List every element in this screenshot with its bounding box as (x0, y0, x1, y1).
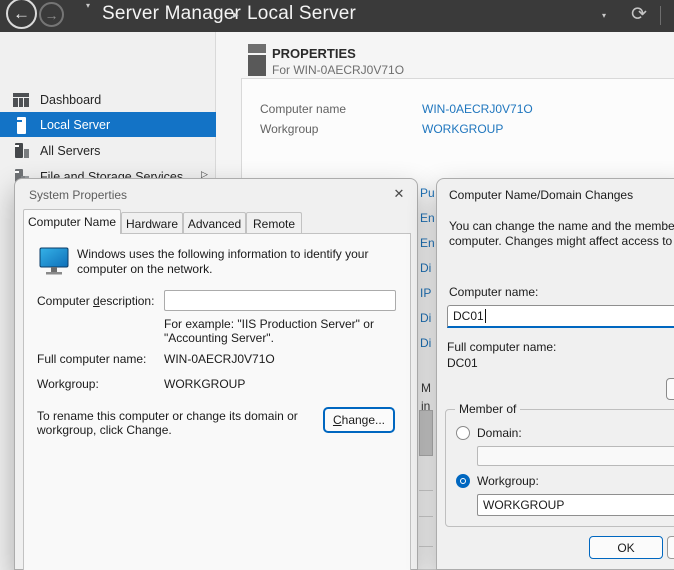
workgroup-value: WORKGROUP (164, 377, 245, 391)
more-button[interactable] (666, 378, 674, 400)
description-example-line2: "Accounting Server". (164, 331, 274, 345)
intro-line2: on the network. (130, 262, 212, 276)
cancel-button[interactable] (667, 536, 674, 559)
sidebar-item-label: Dashboard (40, 93, 101, 107)
tab-remote[interactable]: Remote (246, 212, 302, 234)
computer-description-input[interactable] (164, 290, 396, 311)
rename-hint-line1: To rename this computer or change its do… (37, 409, 298, 423)
full-computer-name-label: Full computer name: (37, 352, 146, 366)
ok-button[interactable]: OK (589, 536, 663, 559)
description-example-line1: For example: "IIS Production Server" or (164, 317, 374, 331)
system-properties-dialog: System Properties ✕ Computer Name Hardwa… (14, 178, 418, 570)
domain-radio[interactable] (456, 426, 470, 440)
tab-intro-text: Windows uses the following information t… (77, 247, 409, 277)
nav-dropdown-icon[interactable]: ▾ (86, 1, 90, 10)
rename-hint-line2: workgroup, click Change. (37, 423, 172, 437)
workgroup-radio-label[interactable]: Workgroup: (477, 474, 539, 488)
properties-panel-subtitle: For WIN-0AECRJ0V71O (272, 63, 404, 77)
divider (419, 546, 433, 547)
toolbar-divider (660, 6, 661, 25)
forward-button[interactable]: → (39, 2, 64, 27)
sidebar-item-label: Local Server (40, 118, 110, 132)
property-label: Workgroup (260, 122, 318, 136)
scrollbar-thumb[interactable] (419, 410, 433, 456)
workgroup-input[interactable] (477, 494, 674, 516)
sidebar-item-label: All Servers (40, 144, 100, 158)
toolbar-dropdown-icon[interactable]: ▾ (602, 11, 606, 20)
text-cursor (485, 309, 486, 323)
clipped-property-value: Pu (420, 186, 435, 200)
monitor-icon (39, 246, 69, 279)
clipped-text: M (421, 381, 431, 395)
full-computer-name-label: Full computer name: (447, 340, 556, 354)
tab-hardware[interactable]: Hardware (121, 212, 183, 234)
server-manager-window: PROPERTIES For WIN-0AECRJ0V71O Computer … (0, 0, 674, 570)
computer-description-label: Computer description: (37, 294, 154, 308)
back-button[interactable]: ← (6, 0, 37, 29)
full-computer-name-value: WIN-0AECRJ0V71O (164, 352, 275, 366)
computer-name-domain-changes-dialog: Computer Name/Domain Changes You can cha… (436, 178, 674, 570)
computer-name-tab-page: Windows uses the following information t… (23, 233, 411, 570)
server-icon (13, 117, 30, 133)
member-of-groupbox: Member of Domain: Workgroup: (445, 409, 674, 527)
properties-server-icon (247, 44, 267, 79)
tab-advanced[interactable]: Advanced (183, 212, 246, 234)
clipped-property-value: En (420, 211, 435, 225)
title-bar: ← → ▾ Server Manager ▸ Local Server ▾ ⟳ (0, 0, 674, 32)
divider (419, 490, 433, 491)
computer-name-input[interactable]: DC01 (447, 305, 674, 328)
computer-name-label: Computer name: (449, 285, 538, 299)
change-button[interactable]: Change... (323, 407, 395, 433)
dialog-title: System Properties (29, 188, 127, 202)
member-of-label: Member of (455, 402, 520, 416)
ok-button-label: OK (617, 541, 634, 555)
dashboard-icon (13, 92, 30, 108)
computer-name-value: DC01 (453, 309, 484, 323)
divider (419, 516, 433, 517)
dialog-body-line2: computer. Changes might affect access to… (449, 234, 674, 248)
dialog-title: Computer Name/Domain Changes (449, 188, 633, 202)
sidebar-item-local-server[interactable]: Local Server (0, 112, 216, 137)
clipped-property-value: Di (420, 261, 431, 275)
refresh-icon[interactable]: ⟳ (626, 2, 652, 28)
servers-icon (13, 143, 30, 159)
full-computer-name-value: DC01 (447, 356, 478, 370)
workgroup-radio[interactable] (456, 474, 470, 488)
clipped-property-value: Di (420, 336, 431, 350)
intro-line1: Windows uses the following information t… (77, 247, 368, 276)
tab-computer-name[interactable]: Computer Name (23, 209, 121, 234)
clipped-property-value: En (420, 236, 435, 250)
domain-input[interactable] (477, 446, 674, 466)
dialog-body-line1: You can change the name and the membersh… (449, 219, 674, 233)
back-arrow-icon: ← (13, 4, 30, 24)
breadcrumb-root[interactable]: Server Manager (102, 3, 241, 25)
properties-panel-title: PROPERTIES (272, 46, 356, 61)
sidebar-item-all-servers[interactable]: All Servers (0, 138, 216, 163)
breadcrumb-separator-icon: ▸ (233, 8, 239, 21)
close-icon[interactable]: ✕ (390, 185, 408, 203)
computer-name-link[interactable]: WIN-0AECRJ0V71O (422, 102, 533, 116)
domain-radio-label[interactable]: Domain: (477, 426, 522, 440)
forward-arrow-icon: → (45, 7, 59, 23)
clipped-property-value: Di (420, 311, 431, 325)
property-label: Computer name (260, 102, 346, 116)
workgroup-label: Workgroup: (37, 377, 99, 391)
sidebar-item-dashboard[interactable]: Dashboard (0, 87, 216, 112)
workgroup-link[interactable]: WORKGROUP (422, 122, 503, 136)
breadcrumb-current: Local Server (247, 3, 356, 25)
clipped-property-value: IP (420, 286, 431, 300)
